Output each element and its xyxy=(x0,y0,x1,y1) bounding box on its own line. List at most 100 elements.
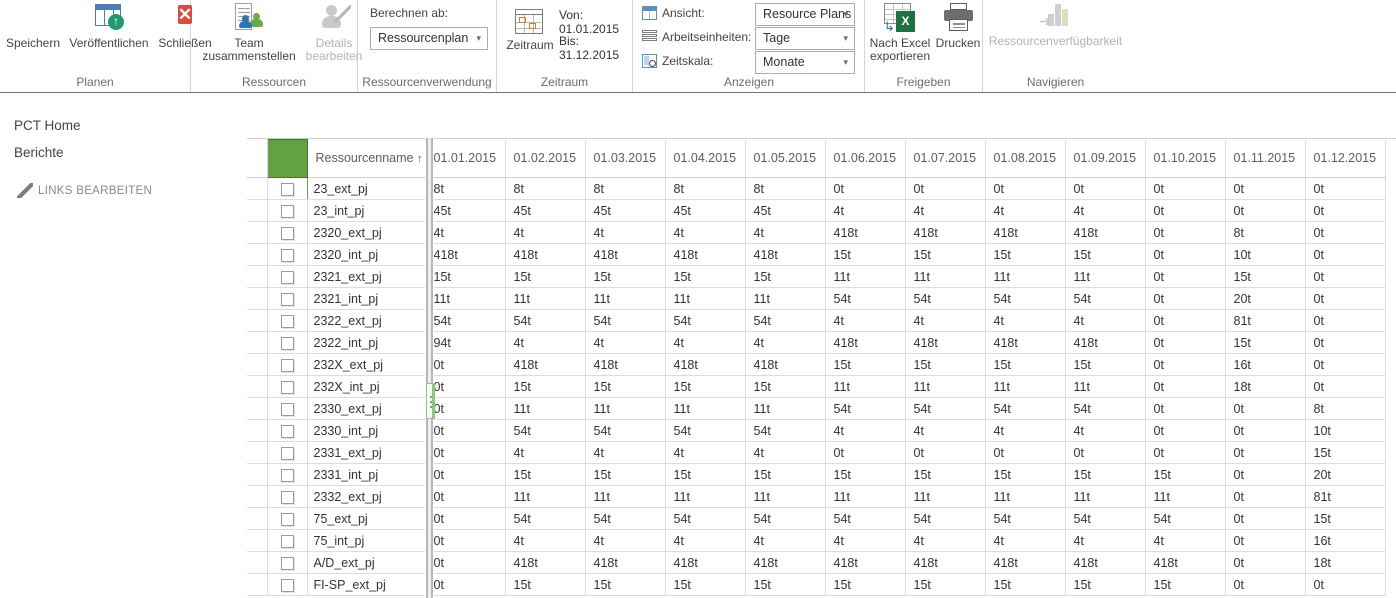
resource-name-cell[interactable]: 2331_int_pj xyxy=(306,463,426,486)
work-value-cell[interactable]: 418t xyxy=(664,551,746,574)
work-value-cell[interactable]: 15t xyxy=(664,265,746,288)
work-value-cell[interactable]: 11t xyxy=(664,287,746,310)
column-header-date-8[interactable]: 01.08.2015 xyxy=(984,139,1066,178)
work-value-cell[interactable]: 418t xyxy=(904,331,986,354)
table-row[interactable]: 75_ext_pj 0t 54t 54t 54t 54t 54t 54t 54t 54t 54t 0t… xyxy=(247,507,1386,530)
row-checkbox[interactable] xyxy=(280,424,294,438)
work-value-cell[interactable]: 0t xyxy=(1144,419,1226,442)
work-value-cell[interactable]: 54t xyxy=(504,309,586,332)
resource-plans-grid[interactable]: Ressourcenname ↑ 01.01.2015 01.02.2015 01.0… xyxy=(247,138,1396,598)
work-value-cell[interactable]: 418t xyxy=(584,243,666,266)
row-checkbox[interactable] xyxy=(280,446,294,460)
work-value-cell[interactable]: 54t xyxy=(424,309,506,332)
work-value-cell[interactable]: 0t xyxy=(824,441,906,464)
work-value-cell[interactable]: 4t xyxy=(824,529,906,552)
work-value-cell[interactable]: 4t xyxy=(904,529,986,552)
work-value-cell[interactable]: 0t xyxy=(1304,177,1386,200)
column-header-date-10[interactable]: 01.10.2015 xyxy=(1144,139,1226,178)
work-value-cell[interactable]: 15t xyxy=(904,353,986,376)
resource-name-cell[interactable]: 2321_ext_pj xyxy=(306,265,426,288)
row-checkbox-cell[interactable] xyxy=(266,199,308,222)
table-row[interactable]: 2322_ext_pj 54t 54t 54t 54t 54t 4t 4t 4t 4t 0t 81t 0… xyxy=(247,309,1386,332)
work-value-cell[interactable]: 15t xyxy=(904,573,986,596)
calc-from-select[interactable]: Ressourcenplan ▾ xyxy=(370,27,488,50)
work-value-cell[interactable]: 0t xyxy=(1224,419,1306,442)
work-value-cell[interactable]: 15t xyxy=(1304,441,1386,464)
work-value-cell[interactable]: 418t xyxy=(984,551,1066,574)
work-value-cell[interactable]: 0t xyxy=(424,529,506,552)
column-header-date-9[interactable]: 01.09.2015 xyxy=(1064,139,1146,178)
table-row[interactable]: 23_ext_pj 8t 8t 8t 8t 8t 0t 0t 0t 0t 0t 0t 0t xyxy=(247,177,1386,200)
work-value-cell[interactable]: 54t xyxy=(824,287,906,310)
column-header-date-4[interactable]: 01.04.2015 xyxy=(664,139,746,178)
work-value-cell[interactable]: 16t xyxy=(1304,529,1386,552)
sidebar-item-pct-home[interactable]: PCT Home xyxy=(14,118,81,133)
export-excel-button[interactable]: ↳ X Nach Excel exportieren xyxy=(867,2,933,63)
work-value-cell[interactable]: 15t xyxy=(1064,573,1146,596)
work-value-cell[interactable]: 0t xyxy=(984,441,1066,464)
work-value-cell[interactable]: 4t xyxy=(1064,419,1146,442)
column-header-resource-name[interactable]: Ressourcenname ↑ xyxy=(306,139,426,178)
work-value-cell[interactable]: 15t xyxy=(744,265,826,288)
work-value-cell[interactable]: 4t xyxy=(584,221,666,244)
work-value-cell[interactable]: 54t xyxy=(584,507,666,530)
work-value-cell[interactable]: 11t xyxy=(504,287,586,310)
work-value-cell[interactable]: 15t xyxy=(1144,573,1226,596)
work-value-cell[interactable]: 0t xyxy=(1224,573,1306,596)
work-value-cell[interactable]: 45t xyxy=(744,199,826,222)
work-value-cell[interactable]: 45t xyxy=(584,199,666,222)
column-header-date-5[interactable]: 01.05.2015 xyxy=(744,139,826,178)
work-value-cell[interactable]: 54t xyxy=(904,287,986,310)
work-value-cell[interactable]: 11t xyxy=(984,485,1066,508)
work-value-cell[interactable]: 0t xyxy=(984,177,1066,200)
view-select[interactable]: Resource Plans ▾ xyxy=(755,3,855,26)
work-value-cell[interactable]: 8t xyxy=(504,177,586,200)
work-value-cell[interactable]: 8t xyxy=(664,177,746,200)
select-all-header[interactable] xyxy=(266,139,308,178)
work-value-cell[interactable]: 15t xyxy=(584,573,666,596)
work-value-cell[interactable]: 4t xyxy=(584,331,666,354)
work-value-cell[interactable]: 15t xyxy=(664,375,746,398)
column-header-date-11[interactable]: 01.11.2015 xyxy=(1224,139,1306,178)
work-value-cell[interactable]: 418t xyxy=(744,353,826,376)
work-value-cell[interactable]: 15t xyxy=(504,375,586,398)
row-checkbox[interactable] xyxy=(280,314,294,328)
row-checkbox[interactable] xyxy=(280,578,294,592)
row-checkbox-cell[interactable] xyxy=(266,287,308,310)
work-value-cell[interactable]: 11t xyxy=(824,485,906,508)
work-value-cell[interactable]: 4t xyxy=(584,529,666,552)
work-value-cell[interactable]: 0t xyxy=(1064,441,1146,464)
work-value-cell[interactable]: 0t xyxy=(1144,375,1226,398)
work-value-cell[interactable]: 0t xyxy=(1304,287,1386,310)
table-row[interactable]: 232X_int_pj 0t 15t 15t 15t 15t 11t 11t 11t 11t 0t 1… xyxy=(247,375,1386,398)
work-value-cell[interactable]: 0t xyxy=(1304,573,1386,596)
work-value-cell[interactable]: 0t xyxy=(1144,309,1226,332)
work-value-cell[interactable]: 15t xyxy=(824,573,906,596)
work-value-cell[interactable]: 15t xyxy=(824,243,906,266)
work-value-cell[interactable]: 15t xyxy=(1064,463,1146,486)
work-value-cell[interactable]: 15t xyxy=(584,265,666,288)
table-row[interactable]: 23_int_pj 45t 45t 45t 45t 45t 4t 4t 4t 4t 0t 0t 0t xyxy=(247,199,1386,222)
work-value-cell[interactable]: 8t xyxy=(424,177,506,200)
work-value-cell[interactable]: 418t xyxy=(504,243,586,266)
work-value-cell[interactable]: 15t xyxy=(584,463,666,486)
work-value-cell[interactable]: 0t xyxy=(1144,199,1226,222)
row-checkbox-cell[interactable] xyxy=(266,265,308,288)
column-header-date-1[interactable]: 01.01.2015 xyxy=(424,139,506,178)
table-row[interactable]: FI-SP_ext_pj 0t 15t 15t 15t 15t 15t 15t 15t 15t 15… xyxy=(247,573,1386,596)
work-value-cell[interactable]: 45t xyxy=(504,199,586,222)
work-value-cell[interactable]: 11t xyxy=(744,485,826,508)
work-value-cell[interactable]: 0t xyxy=(1064,177,1146,200)
resource-name-cell[interactable]: 2330_ext_pj xyxy=(306,397,426,420)
work-value-cell[interactable]: 4t xyxy=(664,441,746,464)
work-value-cell[interactable]: 10t xyxy=(1224,243,1306,266)
work-value-cell[interactable]: 11t xyxy=(664,485,746,508)
save-button[interactable]: Speichern xyxy=(2,2,64,50)
column-header-date-12[interactable]: 01.12.2015 xyxy=(1304,139,1386,178)
work-value-cell[interactable]: 20t xyxy=(1224,287,1306,310)
work-value-cell[interactable]: 4t xyxy=(1064,529,1146,552)
work-value-cell[interactable]: 418t xyxy=(904,221,986,244)
print-button[interactable]: Drucken xyxy=(933,2,983,50)
resource-availability-button[interactable]: ➔ Ressourcenverfügbarkeit xyxy=(983,2,1128,48)
work-value-cell[interactable]: 0t xyxy=(424,375,506,398)
